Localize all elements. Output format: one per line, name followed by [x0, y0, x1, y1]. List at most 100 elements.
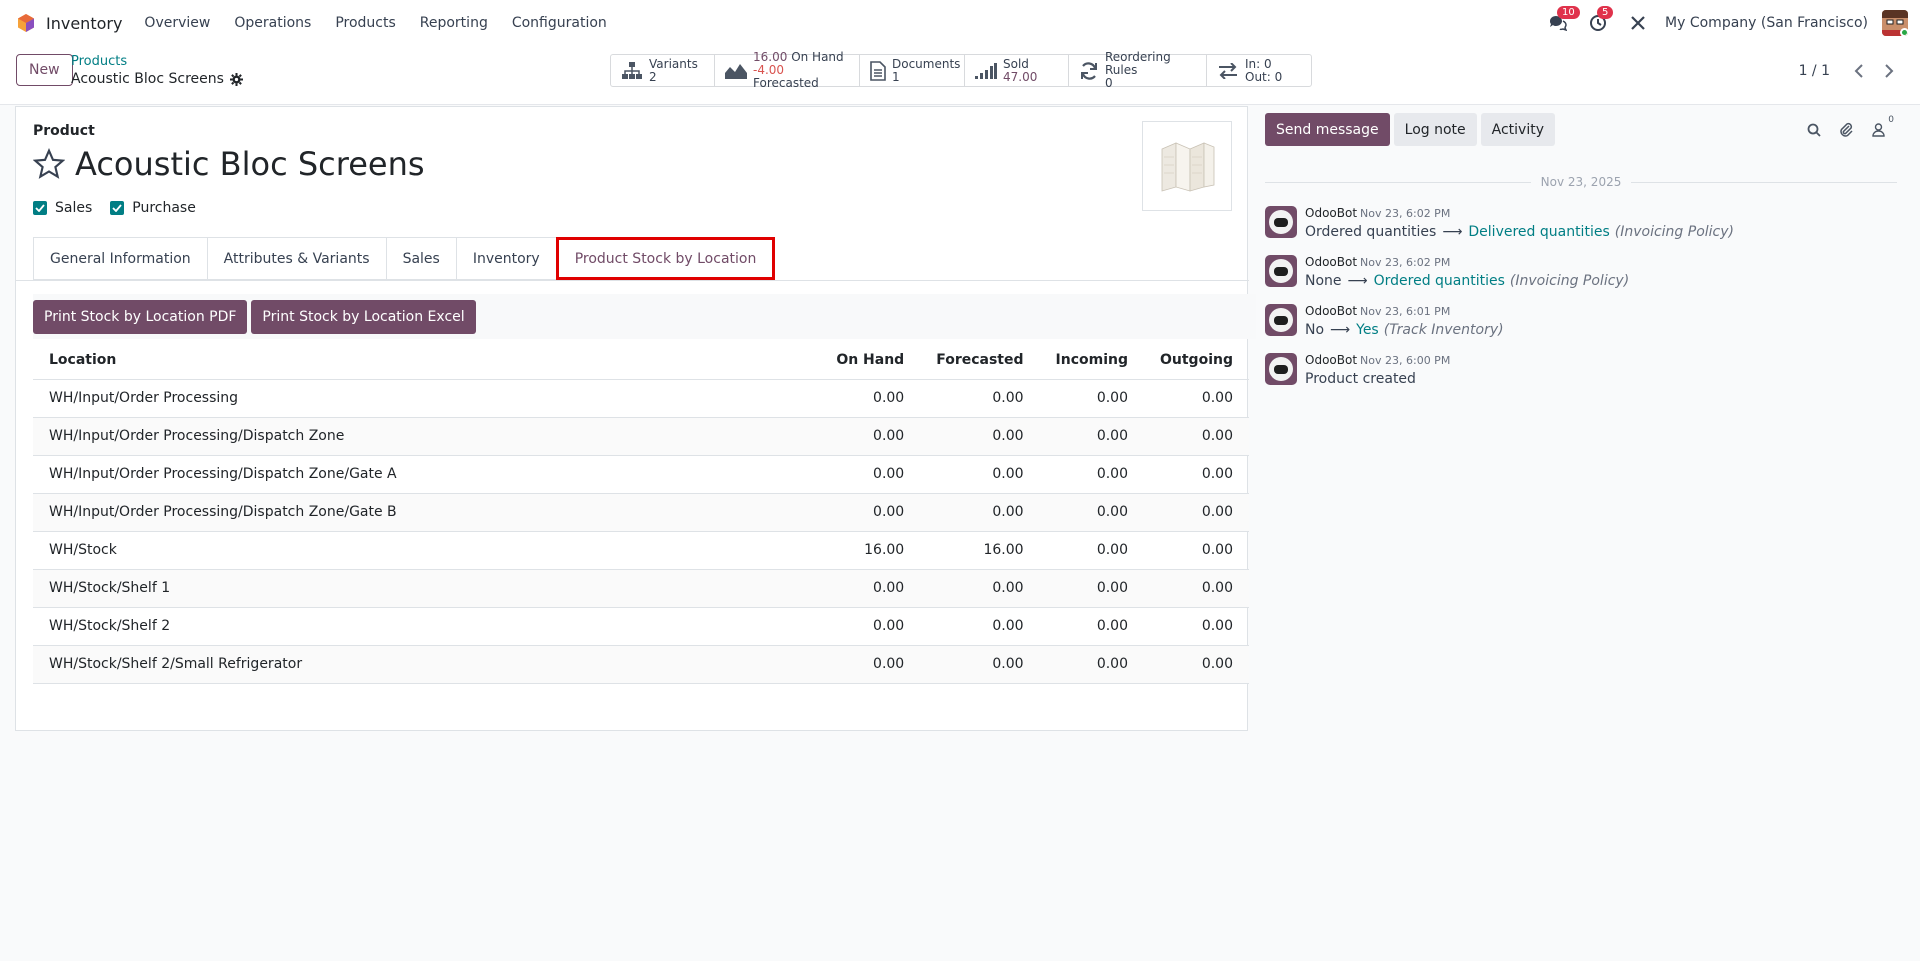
- user-avatar[interactable]: [1882, 10, 1908, 36]
- followers-button[interactable]: 0: [1868, 115, 1894, 140]
- activities-button[interactable]: 5: [1587, 6, 1614, 34]
- cell-on-hand: 0.00: [820, 569, 921, 608]
- cell-on-hand: 0.00: [820, 645, 921, 684]
- breadcrumb-current-label: Acoustic Bloc Screens: [71, 71, 224, 87]
- stock-report-actions: Print Stock by Location PDF Print Stock …: [33, 294, 1256, 339]
- column-location[interactable]: Location: [33, 342, 821, 380]
- new-button[interactable]: New: [16, 54, 73, 86]
- product-name[interactable]: Acoustic Bloc Screens: [75, 145, 425, 183]
- column-incoming[interactable]: Incoming: [1039, 342, 1144, 380]
- room-divider-screen-image: [1161, 142, 1215, 192]
- tab-attributes-variants[interactable]: Attributes & Variants: [206, 237, 386, 280]
- sold-value: 47.00: [1003, 69, 1038, 84]
- onhand-smart-button[interactable]: 16.00 On Hand -4.00 Forecasted: [715, 51, 860, 90]
- documents-smart-button[interactable]: Documents 1: [860, 55, 965, 86]
- cell-forecasted: 0.00: [920, 607, 1040, 646]
- chatter-tools: 0: [1792, 115, 1894, 140]
- company-switcher[interactable]: My Company (San Francisco): [1665, 15, 1868, 31]
- app-brand[interactable]: Inventory: [16, 13, 122, 33]
- favorite-star-icon[interactable]: [33, 148, 65, 180]
- message-author[interactable]: OdooBot: [1305, 206, 1357, 220]
- tab-sales[interactable]: Sales: [385, 237, 456, 280]
- message-date: Nov 23, 6:02 PM: [1360, 256, 1451, 269]
- log-note-button[interactable]: Log note: [1393, 113, 1477, 146]
- message-author[interactable]: OdooBot: [1305, 353, 1357, 367]
- table-row[interactable]: WH/Input/Order Processing 0.00 0.00 0.00 0.0…: [33, 379, 1249, 418]
- odoobot-avatar[interactable]: [1265, 206, 1297, 238]
- activities-badge: 5: [1597, 6, 1614, 19]
- sales-checkbox[interactable]: Sales: [33, 200, 92, 216]
- cell-forecasted: 0.00: [920, 417, 1040, 456]
- menu-reporting[interactable]: Reporting: [420, 15, 488, 31]
- out-label: Out: 0: [1245, 69, 1283, 84]
- cell-location: WH/Stock/Shelf 2: [33, 607, 821, 646]
- forecast-value: -4.00: [753, 63, 785, 77]
- search-messages-button[interactable]: [1804, 120, 1824, 140]
- table-row[interactable]: WH/Stock/Shelf 2/Small Refrigerator 0.00 0…: [33, 645, 1249, 684]
- arrow-right-icon: ⟶: [1347, 273, 1368, 289]
- cell-incoming: 0.00: [1039, 493, 1144, 532]
- pager-next-button[interactable]: [1874, 58, 1904, 84]
- product-image[interactable]: [1142, 121, 1232, 211]
- tab-inventory[interactable]: Inventory: [455, 237, 556, 280]
- cell-incoming: 0.00: [1039, 607, 1144, 646]
- menu-configuration[interactable]: Configuration: [512, 15, 607, 31]
- menu-operations[interactable]: Operations: [234, 15, 311, 31]
- forecast-label: Forecasted: [753, 76, 819, 90]
- table-row[interactable]: WH/Input/Order Processing/Dispatch Zone/…: [33, 493, 1249, 532]
- cell-forecasted: 0.00: [920, 569, 1040, 608]
- cell-forecasted: 16.00: [920, 531, 1040, 570]
- pager-previous-button[interactable]: [1844, 58, 1874, 84]
- attachments-button[interactable]: [1836, 120, 1856, 140]
- cell-forecasted: 0.00: [920, 379, 1040, 418]
- message-date: Nov 23, 6:00 PM: [1360, 354, 1451, 367]
- cell-outgoing: 0.00: [1144, 645, 1249, 684]
- debug-tools-button[interactable]: [1627, 12, 1649, 34]
- print-stock-pdf-button[interactable]: Print Stock by Location PDF: [33, 299, 248, 334]
- tab-general-information[interactable]: General Information: [33, 237, 207, 280]
- followers-count: 0: [1888, 115, 1894, 125]
- chatter-panel: Send message Log note Activity 0 Nov 23,…: [1264, 106, 1920, 961]
- sold-smart-button[interactable]: Sold 47.00: [965, 55, 1069, 86]
- menu-overview[interactable]: Overview: [144, 15, 210, 31]
- message-date: Nov 23, 6:01 PM: [1360, 305, 1451, 318]
- column-on-hand[interactable]: On Hand: [820, 342, 921, 380]
- control-panel: New Products Acoustic Bloc Screens Varia…: [0, 46, 1920, 105]
- tab-product-stock-by-location[interactable]: Product Stock by Location: [555, 237, 776, 280]
- tracking-old-value: Ordered quantities: [1305, 224, 1437, 240]
- column-forecasted[interactable]: Forecasted: [920, 342, 1040, 380]
- message-author[interactable]: OdooBot: [1305, 255, 1357, 269]
- column-outgoing[interactable]: Outgoing: [1144, 342, 1249, 380]
- send-message-button[interactable]: Send message: [1265, 113, 1390, 146]
- cell-incoming: 0.00: [1039, 645, 1144, 684]
- table-row[interactable]: WH/Stock/Shelf 2 0.00 0.00 0.00 0.00: [33, 607, 1249, 646]
- activity-button[interactable]: Activity: [1480, 113, 1555, 146]
- breadcrumb-products-link[interactable]: Products: [71, 54, 243, 70]
- stock-by-location-table: Location On Hand Forecasted Incoming Out…: [33, 342, 1249, 684]
- table-row[interactable]: WH/Input/Order Processing/Dispatch Zone/…: [33, 455, 1249, 494]
- user-icon: [1871, 123, 1885, 137]
- cell-location: WH/Input/Order Processing/Dispatch Zone: [33, 417, 821, 456]
- purchase-checkbox[interactable]: Purchase: [110, 200, 196, 216]
- smart-buttons: Variants 2 16.00 On Hand -4.00 Forecasted…: [610, 51, 1312, 90]
- table-header-row: Location On Hand Forecasted Incoming Out…: [33, 342, 1249, 380]
- table-row[interactable]: WH/Input/Order Processing/Dispatch Zone 0…: [33, 417, 1249, 456]
- refresh-icon: [1081, 61, 1097, 80]
- table-row[interactable]: WH/Stock 16.00 16.00 0.00 0.00: [33, 531, 1249, 570]
- odoobot-avatar[interactable]: [1265, 353, 1297, 385]
- reordering-rules-smart-button[interactable]: Reordering Rules 0: [1069, 51, 1207, 90]
- menu-products[interactable]: Products: [335, 15, 395, 31]
- breadcrumb-current: Acoustic Bloc Screens: [71, 70, 243, 88]
- table-row[interactable]: WH/Stock/Shelf 1 0.00 0.00 0.00 0.00: [33, 569, 1249, 608]
- odoobot-avatar[interactable]: [1265, 304, 1297, 336]
- sales-checkbox-label: Sales: [55, 200, 93, 216]
- messages-button[interactable]: 10: [1547, 6, 1580, 34]
- odoobot-avatar[interactable]: [1265, 255, 1297, 287]
- variants-smart-button[interactable]: Variants 2: [611, 55, 715, 86]
- in-out-smart-button[interactable]: In: 0 Out: 0: [1207, 55, 1311, 86]
- pager-value[interactable]: 1 / 1: [1799, 63, 1830, 79]
- message-author[interactable]: OdooBot: [1305, 304, 1357, 318]
- print-stock-excel-button[interactable]: Print Stock by Location Excel: [251, 299, 476, 334]
- gear-icon[interactable]: [229, 72, 243, 86]
- pager: 1 / 1: [1799, 58, 1904, 84]
